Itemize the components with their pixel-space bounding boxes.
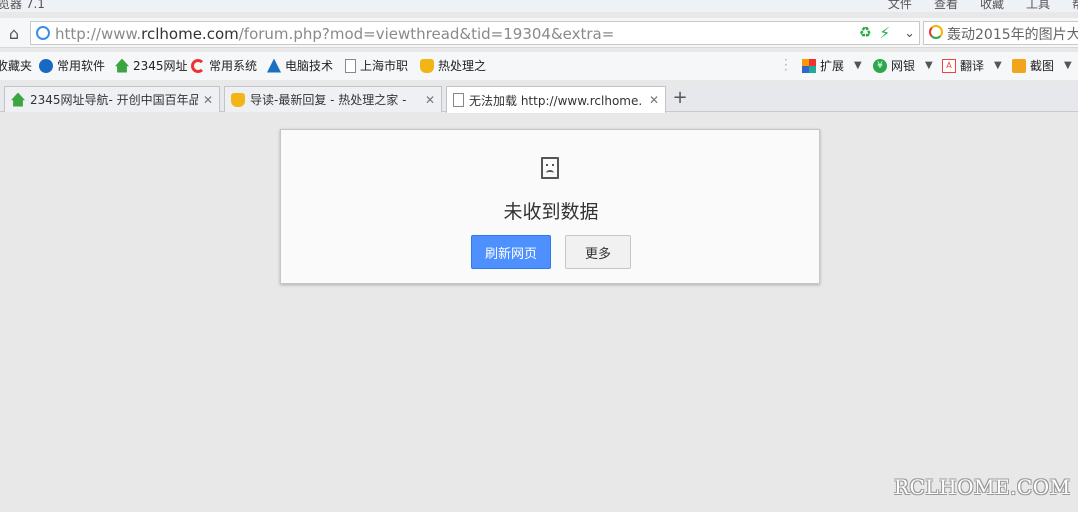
translate-icon: A bbox=[942, 58, 956, 73]
search-engine-icon[interactable] bbox=[929, 25, 943, 39]
house-icon bbox=[11, 92, 25, 107]
menu-item-file[interactable]: 文件 bbox=[888, 0, 912, 12]
bookmark-common-software[interactable]: 常用软件 bbox=[39, 57, 105, 74]
tab-title: 2345网址导航- 开创中国百年品 bbox=[30, 93, 198, 107]
address-toolbar: ⌂ http://www.rclhome.com/forum.php?mod=v… bbox=[0, 18, 1078, 48]
error-card: 未收到数据 刷新网页 更多 bbox=[280, 129, 820, 284]
speed-mode-icon[interactable]: ⚡ bbox=[880, 24, 891, 42]
more-button[interactable]: 更多 bbox=[565, 235, 631, 269]
menu-item-favorites[interactable]: 收藏 bbox=[980, 0, 1004, 12]
tab-title: 无法加载 http://www.rclhome. bbox=[469, 93, 643, 108]
tab-title: 导读-最新回复 - 热处理之家 - bbox=[250, 93, 407, 107]
tab-bar: 2345网址导航- 开创中国百年品 ✕ 导读-最新回复 - 热处理之家 - ✕ … bbox=[0, 84, 1078, 113]
page-security-icon bbox=[36, 26, 50, 40]
bookmarks-bar: 收藏夹 常用软件 2345网址 常用系统 电脑技术 上海市职 热处理之 · · · … bbox=[0, 52, 1078, 80]
tech-icon bbox=[267, 58, 281, 73]
tab-2345[interactable]: 2345网址导航- 开创中国百年品 ✕ bbox=[4, 86, 220, 112]
bank-icon: ¥ bbox=[873, 58, 887, 73]
new-tab-icon[interactable]: + bbox=[670, 89, 690, 109]
recycle-icon[interactable]: ♻ bbox=[859, 25, 872, 41]
url-tools: ♻ ⚡ ⌄ bbox=[859, 24, 915, 42]
bookmark-heat-treatment[interactable]: 热处理之 bbox=[420, 57, 486, 74]
chevron-down-icon: ▼ bbox=[994, 60, 1002, 71]
bookmark-shanghai[interactable]: 上海市职 bbox=[345, 57, 408, 74]
title-bar: 览器 7.1 文件 查看 收藏 工具 帮 bbox=[0, 0, 1078, 12]
menu-item-help[interactable]: 帮 bbox=[1072, 0, 1078, 12]
close-icon[interactable]: ✕ bbox=[425, 93, 435, 107]
bank-button[interactable]: ¥ 网银 ▼ bbox=[873, 57, 933, 74]
app-icon bbox=[39, 58, 53, 73]
screenshot-button[interactable]: 截图 ▼ bbox=[1012, 57, 1072, 74]
tab-error[interactable]: 无法加载 http://www.rclhome. ✕ bbox=[446, 86, 666, 113]
cup-icon bbox=[231, 92, 245, 107]
chevron-down-icon: ▼ bbox=[925, 60, 933, 71]
watermark: RCLHOME.COM bbox=[894, 475, 1071, 499]
bookmark-favorites[interactable]: 收藏夹 bbox=[0, 57, 32, 74]
bookmark-common-system[interactable]: 常用系统 bbox=[191, 57, 257, 74]
sad-page-icon bbox=[541, 157, 559, 179]
menu-item-view[interactable]: 查看 bbox=[934, 0, 958, 12]
system-icon bbox=[191, 58, 205, 73]
translate-button[interactable]: A 翻译 ▼ bbox=[942, 57, 1002, 74]
window-title: 览器 7.1 bbox=[0, 0, 45, 11]
extensions-button[interactable]: 扩展 ▼ bbox=[802, 57, 862, 74]
screenshot-icon bbox=[1012, 58, 1026, 73]
search-input[interactable]: 轰动2015年的图片大 bbox=[923, 21, 1078, 45]
cup-icon bbox=[420, 58, 434, 73]
url-text: http://www.rclhome.com/forum.php?mod=vie… bbox=[55, 25, 615, 43]
menu-bar: 文件 查看 收藏 工具 帮 bbox=[888, 0, 1078, 12]
toolbar-separator: · · · bbox=[784, 53, 788, 77]
url-input[interactable]: http://www.rclhome.com/forum.php?mod=vie… bbox=[30, 21, 920, 45]
page-icon bbox=[453, 93, 464, 107]
home-icon[interactable]: ⌂ bbox=[4, 23, 24, 43]
extensions-icon bbox=[802, 58, 816, 73]
house-icon bbox=[115, 58, 129, 73]
search-suggestion: 轰动2015年的图片大 bbox=[947, 27, 1078, 43]
bookmark-computer-tech[interactable]: 电脑技术 bbox=[267, 57, 333, 74]
bookmark-2345[interactable]: 2345网址 bbox=[115, 57, 188, 74]
close-icon[interactable]: ✕ bbox=[649, 93, 659, 107]
close-icon[interactable]: ✕ bbox=[203, 93, 213, 107]
chevron-down-icon: ▼ bbox=[854, 60, 862, 71]
menu-item-tools[interactable]: 工具 bbox=[1026, 0, 1050, 12]
page-icon bbox=[345, 58, 356, 73]
tab-forum[interactable]: 导读-最新回复 - 热处理之家 - ✕ bbox=[224, 86, 442, 112]
error-title: 未收到数据 bbox=[503, 201, 599, 223]
reload-button[interactable]: 刷新网页 bbox=[471, 235, 551, 269]
chevron-down-icon: ▼ bbox=[1064, 60, 1072, 71]
chevron-down-icon[interactable]: ⌄ bbox=[904, 26, 915, 41]
